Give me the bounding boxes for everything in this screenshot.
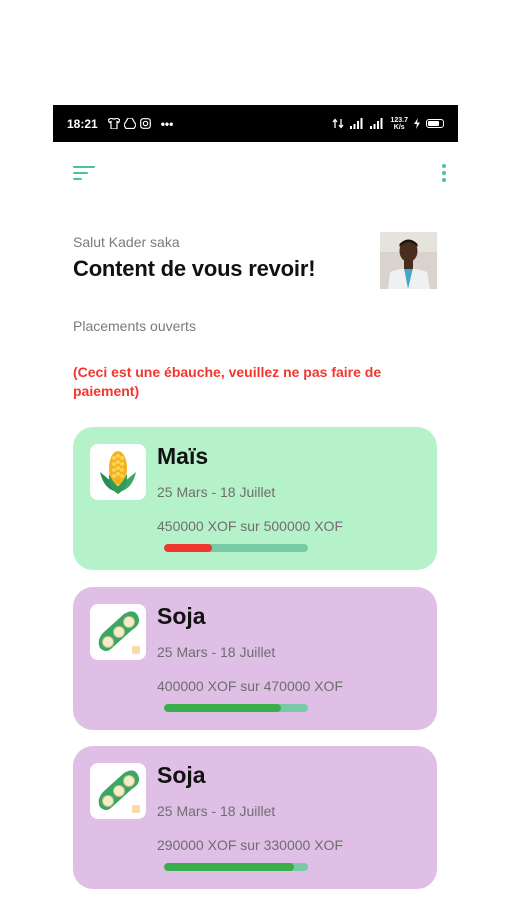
drive-icon — [123, 118, 136, 129]
battery-icon — [426, 119, 444, 128]
placement-amount: 400000 XOF sur 470000 XOF — [157, 678, 343, 694]
corn-icon — [90, 444, 146, 500]
greeting-text: Salut Kader saka — [73, 234, 180, 250]
network-speed: 123.7 K/s — [390, 116, 408, 131]
more-notifications-icon: ••• — [160, 116, 174, 131]
progress-fill — [164, 704, 281, 712]
more-vertical-icon[interactable] — [438, 162, 450, 184]
instagram-icon — [139, 118, 151, 129]
avatar[interactable] — [380, 232, 437, 289]
placement-name: Maïs — [157, 443, 209, 469]
signal-icon — [350, 118, 363, 129]
placement-dates: 25 Mars - 18 Juillet — [157, 484, 276, 500]
progress-bar — [164, 863, 308, 871]
draft-warning: (Ceci est une ébauche, veuillez ne pas f… — [73, 364, 382, 399]
soybean-icon — [90, 763, 146, 819]
placement-dates: 25 Mars - 18 Juillet — [157, 803, 276, 819]
signal-4g-icon — [370, 118, 383, 129]
charging-icon — [414, 118, 420, 129]
soybean-icon — [90, 604, 146, 660]
placement-name: Soja — [157, 603, 206, 629]
menu-icon[interactable] — [73, 164, 95, 182]
shirt-icon — [107, 118, 120, 129]
placement-card[interactable]: Soja 25 Mars - 18 Juillet 290000 XOF sur… — [73, 746, 437, 889]
status-bar: 18:21 ••• 123.7 K/s — [53, 105, 458, 142]
placement-amount: 450000 XOF sur 500000 XOF — [157, 518, 343, 534]
page-title: Content de vous revoir! — [73, 256, 316, 281]
section-title: Placements ouverts — [73, 318, 196, 334]
status-time: 18:21 — [67, 116, 98, 131]
data-arrows-icon — [332, 118, 344, 129]
progress-bar — [164, 704, 308, 712]
placement-dates: 25 Mars - 18 Juillet — [157, 644, 276, 660]
progress-bar — [164, 544, 308, 552]
placement-card[interactable]: Maïs 25 Mars - 18 Juillet 450000 XOF sur… — [73, 427, 437, 570]
placement-name: Soja — [157, 762, 206, 788]
avatar-image — [380, 232, 437, 289]
progress-fill — [164, 863, 294, 871]
placement-card[interactable]: Soja 25 Mars - 18 Juillet 400000 XOF sur… — [73, 587, 437, 730]
progress-fill — [164, 544, 212, 552]
placement-amount: 290000 XOF sur 330000 XOF — [157, 837, 343, 853]
